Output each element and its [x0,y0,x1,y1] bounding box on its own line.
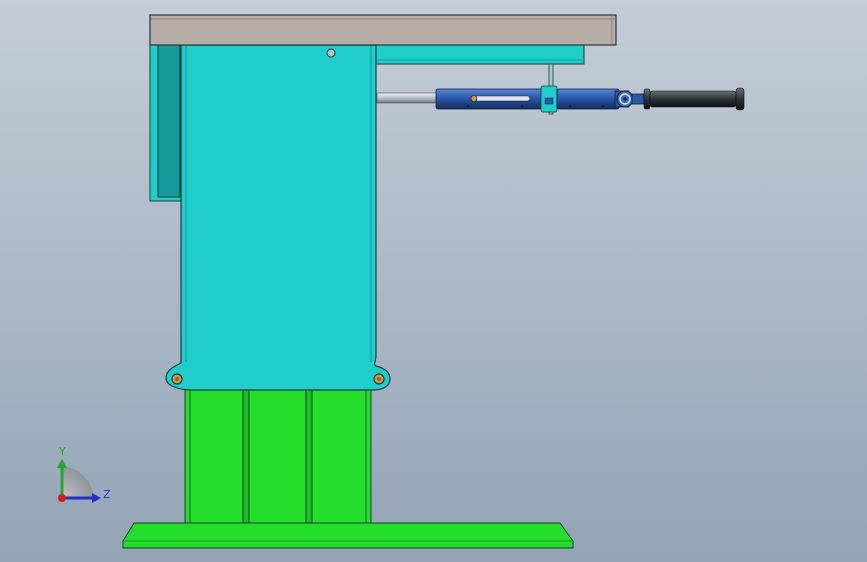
pedestal-rib-right [305,389,313,524]
viewport-background [0,0,867,562]
handle-collar-face [544,97,554,105]
slot-pin [470,95,478,102]
tube-dot-3 [569,105,571,107]
triad-y-label: Y [58,445,66,458]
tube-dot-1 [467,105,469,107]
universal-joint-stub [631,93,645,105]
slide-rod[interactable] [376,92,438,104]
tube-dot-2 [521,105,523,107]
side-panel-front [157,44,181,198]
cad-viewport[interactable]: Y Z [0,0,867,562]
handle-grip-collar [643,88,651,110]
main-body[interactable] [165,44,391,391]
handle-grip-end [735,87,745,111]
handle-slot [471,95,531,102]
pedestal-column[interactable] [184,389,372,524]
top-bracket[interactable] [375,44,585,65]
triad-z-label: Z [103,488,111,501]
pivot-pin-right-center [377,377,381,381]
handle-tube-outer[interactable] [556,88,620,110]
model-canvas[interactable]: Y Z [0,0,867,562]
handle-grip[interactable] [649,90,737,108]
universal-joint-center [623,97,627,101]
body-hole [326,48,336,58]
triad-origin-x [58,494,66,502]
pedestal-rib-left [242,389,250,524]
base-plate[interactable] [122,522,574,549]
tube-dot-4 [602,105,604,107]
pivot-pin-left-center [175,377,179,381]
